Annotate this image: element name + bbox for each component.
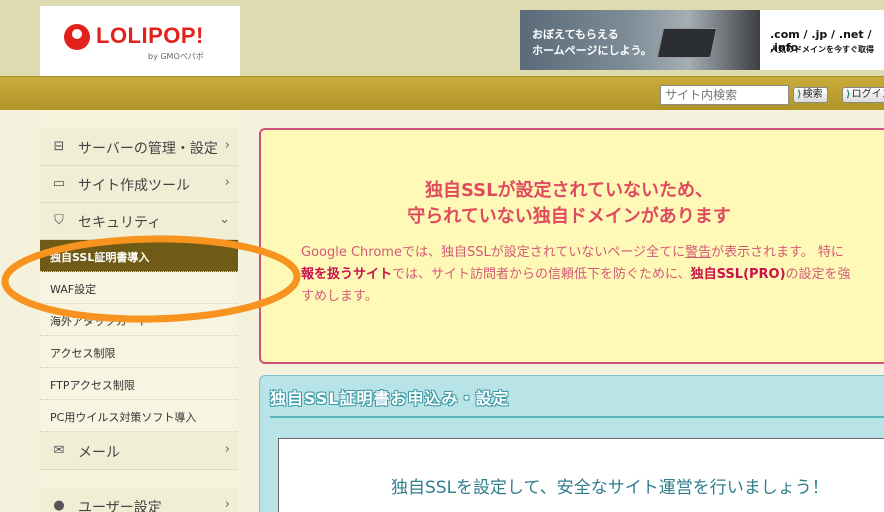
banner-tagline: 人気のドメインを今すぐ取得 — [770, 45, 874, 54]
sidebar-subitem-waf[interactable]: WAF設定 — [40, 272, 238, 304]
search-button[interactable]: ⟩検索 — [793, 87, 828, 103]
server-icon: ⊟ — [53, 139, 65, 154]
sidebar-item-label: サイト作成ツール — [78, 178, 190, 194]
chevron-right-icon: › — [224, 138, 230, 153]
sidebar-item-label: メール — [78, 445, 120, 461]
shield-icon: ⛉ — [54, 213, 64, 228]
alert-text: では、サイト訪問者からの信頼低下を防ぐために、 — [392, 267, 691, 282]
sidebar-subitem-label: アクセス制限 — [50, 347, 116, 360]
alert-text: Google Chromeでは、独自SSLが設定されていないページ全てに — [301, 245, 686, 260]
laptop-icon: ▭ — [52, 176, 66, 191]
sidebar-subitem-overseas-attack-guard[interactable]: 海外アタックガード — [40, 304, 238, 336]
ssl-application-panel: 独自SSL証明書お申込み・設定 独自SSLを設定して、安全なサイト運営を行いまし… — [259, 375, 884, 512]
ssl-warning-alert: 独自SSLが設定されていないため、 守られていない独自ドメインがあります Goo… — [259, 128, 884, 364]
sidebar-subitem-label: 海外アタックガード — [50, 315, 149, 328]
chevron-right-icon: ⟩ — [797, 89, 802, 100]
warning-link[interactable]: 警告 — [685, 245, 711, 260]
domain-banner[interactable]: おぼえてもらえる ホームページにしよう。 .com / .jp / .net /… — [520, 10, 884, 70]
logo[interactable]: LOLIPOP! by GMOペパボ — [40, 6, 240, 76]
sidebar-item-label: サーバーの管理・設定 — [78, 141, 218, 157]
chevron-right-icon: › — [224, 497, 230, 512]
alert-emphasis: 報を扱うサイト — [301, 267, 393, 282]
panel-divider — [270, 416, 884, 418]
sidebar-subitem-antivirus[interactable]: PC用ウイルス対策ソフト導入 — [40, 400, 238, 432]
alert-body-line2: 報を扱うサイトでは、サイト訪問者からの信頼低下を防ぐために、独自SSL(PRO)… — [301, 264, 884, 286]
sidebar-subitem-label: 独自SSL証明書導入 — [50, 251, 150, 264]
sidebar-subitem-label: FTPアクセス制限 — [50, 379, 135, 392]
alert-title-line2: 守られていない独自ドメインがあります — [407, 206, 731, 227]
login-button[interactable]: ⟩ログイン — [842, 87, 884, 103]
sidebar-item-label: セキュリティ — [78, 215, 162, 231]
sidebar-subitem-ftp-restriction[interactable]: FTPアクセス制限 — [40, 368, 238, 400]
banner-text-line1: おぼえてもらえる — [532, 28, 619, 41]
sidebar-item-server[interactable]: ⊟ サーバーの管理・設定 › — [40, 129, 238, 166]
sidebar-item-label: ユーザー設定 — [78, 500, 162, 512]
chevron-right-icon: › — [224, 175, 230, 190]
panel-message: 独自SSLを設定して、安全なサイト運営を行いましょう！ — [391, 478, 829, 498]
alert-body-line1: Google Chromeでは、独自SSLが設定されていないページ全てに警告が表… — [301, 242, 884, 264]
chevron-down-icon: ⌄ — [219, 212, 230, 227]
sidebar-item-site-tools[interactable]: ▭ サイト作成ツール › — [40, 166, 238, 203]
lollipop-logo-icon — [64, 24, 90, 50]
laptop-image — [656, 28, 718, 58]
panel-title: 独自SSL証明書お申込み・設定 — [270, 389, 510, 408]
sidebar-item-mail[interactable]: ✉ メール › — [40, 433, 238, 470]
banner-text-line2: ホームページにしよう。 — [532, 44, 652, 57]
alert-text: の設定を強 — [785, 267, 851, 282]
panel-content-box: 独自SSLを設定して、安全なサイト運営を行いましょう！ — [278, 438, 884, 512]
alert-emphasis: 独自SSL(PRO) — [690, 267, 786, 282]
alert-body-line3: すめします。 — [301, 289, 378, 304]
alert-body: Google Chromeでは、独自SSLが設定されていないページ全てに警告が表… — [301, 242, 884, 308]
chevron-right-icon: ⟩ — [846, 89, 851, 100]
logo-text: LOLIPOP! — [96, 23, 204, 48]
sidebar-item-user-settings[interactable]: ● ユーザー設定 › — [40, 488, 238, 512]
alert-text: が表示されます。 特に — [711, 245, 844, 260]
chevron-right-icon: › — [224, 442, 230, 457]
mail-icon: ✉ — [53, 443, 65, 458]
login-button-label: ログイン — [851, 89, 884, 100]
sidebar-subitem-access-restriction[interactable]: アクセス制限 — [40, 336, 238, 368]
banner-photo: おぼえてもらえる ホームページにしよう。 — [520, 10, 760, 70]
sidebar-subitem-label: PC用ウイルス対策ソフト導入 — [50, 411, 197, 424]
search-button-label: 検索 — [802, 89, 823, 100]
sidebar-item-security[interactable]: ⛉ セキュリティ ⌄ — [40, 203, 238, 240]
sidebar-subitem-ssl[interactable]: 独自SSL証明書導入 — [40, 240, 238, 272]
site-search-input[interactable] — [660, 85, 789, 105]
alert-title-line1: 独自SSLが設定されていないため、 — [424, 180, 714, 201]
sidebar-subitem-label: WAF設定 — [50, 283, 97, 296]
logo-subtext: by GMOペパボ — [148, 52, 204, 61]
user-icon: ● — [53, 498, 65, 512]
